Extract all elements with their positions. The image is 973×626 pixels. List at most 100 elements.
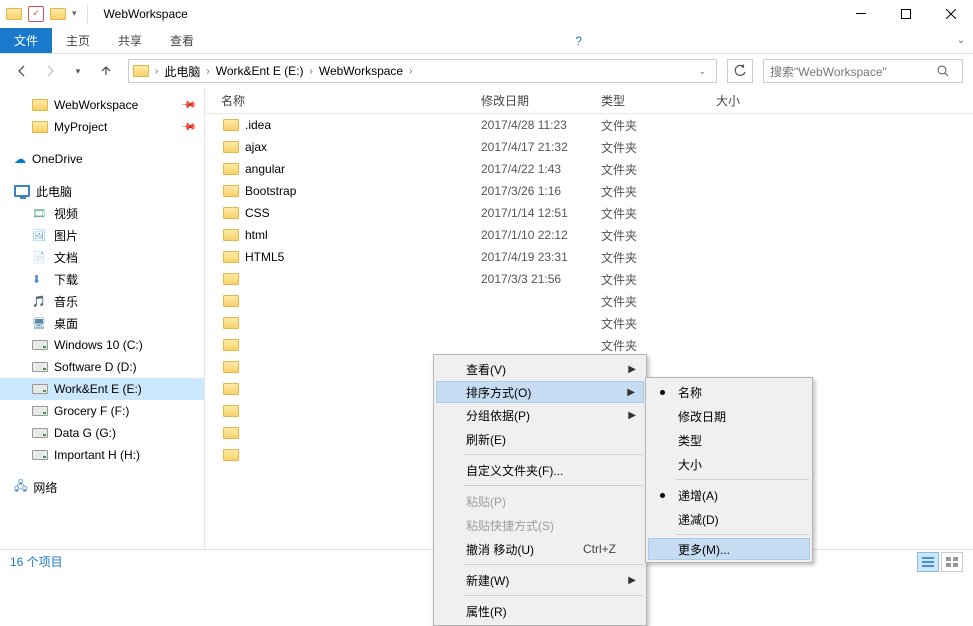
ribbon-help-icon[interactable]: ? — [567, 28, 591, 53]
drive-icon — [32, 384, 48, 394]
file-row[interactable]: 文件夹 — [205, 290, 973, 312]
sort-more[interactable]: 更多(M)... — [648, 538, 810, 560]
drive-icon — [32, 450, 48, 460]
sidebar-network[interactable]: 🖧网络 — [0, 476, 204, 498]
back-button[interactable] — [10, 59, 34, 83]
library-icon: ⬇ — [32, 273, 48, 286]
view-icons-button[interactable] — [941, 552, 963, 572]
sidebar-library-item[interactable]: 🎵音乐 — [0, 290, 204, 312]
refresh-button[interactable] — [727, 59, 753, 83]
breadcrumb-thispc[interactable]: 此电脑 — [160, 63, 204, 80]
chevron-right-icon[interactable]: › — [204, 66, 211, 77]
folder-icon — [223, 339, 239, 351]
ribbon-expand-icon[interactable]: ⌄ — [949, 28, 973, 53]
file-row[interactable]: html2017/1/10 22:12文件夹 — [205, 224, 973, 246]
folder-icon — [223, 427, 239, 439]
file-row[interactable]: 文件夹 — [205, 334, 973, 356]
file-row[interactable]: CSS2017/1/14 12:51文件夹 — [205, 202, 973, 224]
file-list: 名称 修改日期 类型 大小 .idea2017/4/28 11:23文件夹aja… — [205, 88, 973, 549]
onedrive-icon: ☁ — [14, 152, 26, 166]
sidebar-library-item[interactable]: 🖥桌面 — [0, 312, 204, 334]
minimize-button[interactable] — [838, 0, 883, 28]
address-bar[interactable]: › 此电脑 › Work&Ent E (E:) › WebWorkspace ›… — [128, 59, 717, 83]
folder-icon — [32, 99, 48, 111]
sidebar-drive-item[interactable]: Work&Ent E (E:) — [0, 378, 204, 400]
file-row[interactable]: ajax2017/4/17 21:32文件夹 — [205, 136, 973, 158]
sidebar-item-label: 音乐 — [54, 293, 78, 310]
file-row[interactable]: Bootstrap2017/3/26 1:16文件夹 — [205, 180, 973, 202]
ctx-customize[interactable]: 自定义文件夹(F)... — [436, 458, 644, 482]
sidebar-item-label: Data G (G:) — [54, 426, 116, 440]
sidebar-quick-webworkspace[interactable]: WebWorkspace📌 — [0, 94, 204, 116]
address-dropdown-icon[interactable]: ⌄ — [692, 66, 712, 77]
tab-view[interactable]: 查看 — [156, 28, 208, 53]
file-row[interactable]: 2017/3/3 21:56文件夹 — [205, 268, 973, 290]
folder-icon — [223, 251, 239, 263]
sort-type[interactable]: 类型 — [648, 428, 810, 452]
chevron-right-icon[interactable]: › — [308, 66, 315, 77]
folder-icon — [223, 317, 239, 329]
file-date: 2017/4/22 1:43 — [481, 162, 601, 176]
forward-button[interactable] — [38, 59, 62, 83]
sort-name[interactable]: 名称 — [648, 380, 810, 404]
sidebar-library-item[interactable]: ⬇下载 — [0, 268, 204, 290]
drive-icon — [32, 428, 48, 438]
search-icon[interactable] — [936, 64, 950, 78]
sort-date[interactable]: 修改日期 — [648, 404, 810, 428]
ctx-group[interactable]: 分组依据(P)▶ — [436, 403, 644, 427]
folder-icon — [223, 383, 239, 395]
sidebar-quick-myproject[interactable]: MyProject📌 — [0, 116, 204, 138]
sidebar-drive-item[interactable]: Important H (H:) — [0, 444, 204, 466]
up-button[interactable] — [94, 59, 118, 83]
sort-descending[interactable]: 递减(D) — [648, 507, 810, 531]
ctx-new[interactable]: 新建(W)▶ — [436, 568, 644, 592]
file-row[interactable]: .idea2017/4/28 11:23文件夹 — [205, 114, 973, 136]
column-header-type[interactable]: 类型 — [601, 92, 716, 109]
sidebar-drive-item[interactable]: Software D (D:) — [0, 356, 204, 378]
sidebar-item-label: 图片 — [54, 227, 78, 244]
recent-dropdown[interactable]: ▾ — [66, 59, 90, 83]
file-type: 文件夹 — [601, 117, 716, 134]
separator — [464, 564, 643, 565]
sidebar-library-item[interactable]: 📄文档 — [0, 246, 204, 268]
ctx-refresh[interactable]: 刷新(E) — [436, 427, 644, 451]
file-name: HTML5 — [245, 250, 284, 264]
breadcrumb-folder[interactable]: WebWorkspace — [315, 64, 407, 78]
file-row[interactable]: 文件夹 — [205, 312, 973, 334]
column-header-size[interactable]: 大小 — [716, 92, 796, 109]
tab-home[interactable]: 主页 — [52, 28, 104, 53]
tab-share[interactable]: 共享 — [104, 28, 156, 53]
search-input[interactable]: 搜索"WebWorkspace" — [763, 59, 963, 83]
pin-icon: 📌 — [179, 97, 196, 114]
sort-ascending[interactable]: 递增(A) — [648, 483, 810, 507]
file-type: 文件夹 — [601, 293, 716, 310]
sort-size[interactable]: 大小 — [648, 452, 810, 476]
sidebar-thispc[interactable]: 此电脑 — [0, 180, 204, 202]
view-details-button[interactable] — [917, 552, 939, 572]
column-header-date[interactable]: 修改日期 — [481, 92, 601, 109]
qa-properties-icon[interactable]: ✓ — [28, 6, 44, 22]
folder-icon — [223, 163, 239, 175]
chevron-right-icon[interactable]: › — [153, 66, 160, 77]
sidebar-onedrive[interactable]: ☁OneDrive — [0, 148, 204, 170]
sidebar-drive-item[interactable]: Data G (G:) — [0, 422, 204, 444]
sidebar-library-item[interactable]: 🎞视频 — [0, 202, 204, 224]
ctx-properties[interactable]: 属性(R) — [436, 599, 644, 623]
file-tab[interactable]: 文件 — [0, 28, 52, 53]
file-date: 2017/3/3 21:56 — [481, 272, 601, 286]
ctx-sort[interactable]: 排序方式(O)▶ — [436, 381, 644, 403]
column-header-name[interactable]: 名称 — [221, 92, 481, 109]
sidebar-drive-item[interactable]: Windows 10 (C:) — [0, 334, 204, 356]
sidebar-library-item[interactable]: 🖼图片 — [0, 224, 204, 246]
chevron-right-icon[interactable]: › — [407, 66, 414, 77]
close-button[interactable] — [928, 0, 973, 28]
qa-dropdown-icon[interactable]: ▾ — [72, 8, 77, 19]
sidebar-item-label: 此电脑 — [36, 183, 72, 200]
ctx-undo-move[interactable]: 撤消 移动(U)Ctrl+Z — [436, 537, 644, 561]
sidebar-drive-item[interactable]: Grocery F (F:) — [0, 400, 204, 422]
file-row[interactable]: HTML52017/4/19 23:31文件夹 — [205, 246, 973, 268]
breadcrumb-drive[interactable]: Work&Ent E (E:) — [212, 64, 308, 78]
maximize-button[interactable] — [883, 0, 928, 28]
ctx-view[interactable]: 查看(V)▶ — [436, 357, 644, 381]
file-row[interactable]: angular2017/4/22 1:43文件夹 — [205, 158, 973, 180]
